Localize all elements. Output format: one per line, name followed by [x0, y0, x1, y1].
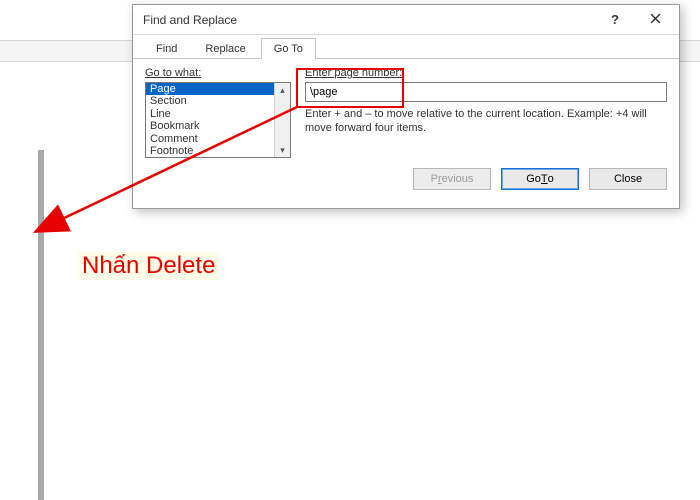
- tab-goto[interactable]: Go To: [261, 38, 316, 59]
- list-item[interactable]: Comment: [146, 133, 290, 145]
- page-number-input[interactable]: [305, 82, 667, 102]
- goto-what-label: Go to what:: [145, 67, 291, 79]
- list-item[interactable]: Page: [146, 83, 290, 95]
- goto-what-listbox[interactable]: Page Section Line Bookmark Comment Footn…: [145, 82, 291, 158]
- find-replace-dialog: Find and Replace ? Find Replace Go To Go…: [132, 4, 680, 209]
- dialog-body: Go to what: Page Section Line Bookmark C…: [133, 59, 679, 168]
- list-item[interactable]: Footnote: [146, 145, 290, 157]
- close-dialog-button[interactable]: Close: [589, 168, 667, 190]
- help-button[interactable]: ?: [595, 6, 635, 34]
- tab-replace[interactable]: Replace: [192, 38, 258, 59]
- tab-strip: Find Replace Go To: [133, 35, 679, 59]
- goto-hint-text: Enter + and – to move relative to the cu…: [305, 108, 667, 136]
- list-item[interactable]: Bookmark: [146, 120, 290, 132]
- chevron-up-icon: ▴: [280, 83, 285, 97]
- page-gutter: [38, 150, 44, 500]
- titlebar: Find and Replace ?: [133, 5, 679, 35]
- close-icon: [650, 12, 661, 27]
- chevron-down-icon: ▾: [280, 143, 285, 157]
- enter-page-label: Enter page number:: [305, 67, 667, 79]
- previous-button[interactable]: Previous: [413, 168, 491, 190]
- close-button[interactable]: [635, 6, 675, 34]
- annotation-text: Nhấn Delete: [78, 252, 219, 280]
- dialog-title: Find and Replace: [143, 13, 237, 27]
- list-item[interactable]: Section: [146, 95, 290, 107]
- tab-find[interactable]: Find: [143, 38, 190, 59]
- list-item[interactable]: Line: [146, 108, 290, 120]
- goto-button[interactable]: Go To: [501, 168, 579, 190]
- help-icon: ?: [611, 12, 619, 27]
- listbox-scrollbar[interactable]: ▴ ▾: [274, 83, 290, 157]
- dialog-button-row: Previous Go To Close: [133, 168, 679, 202]
